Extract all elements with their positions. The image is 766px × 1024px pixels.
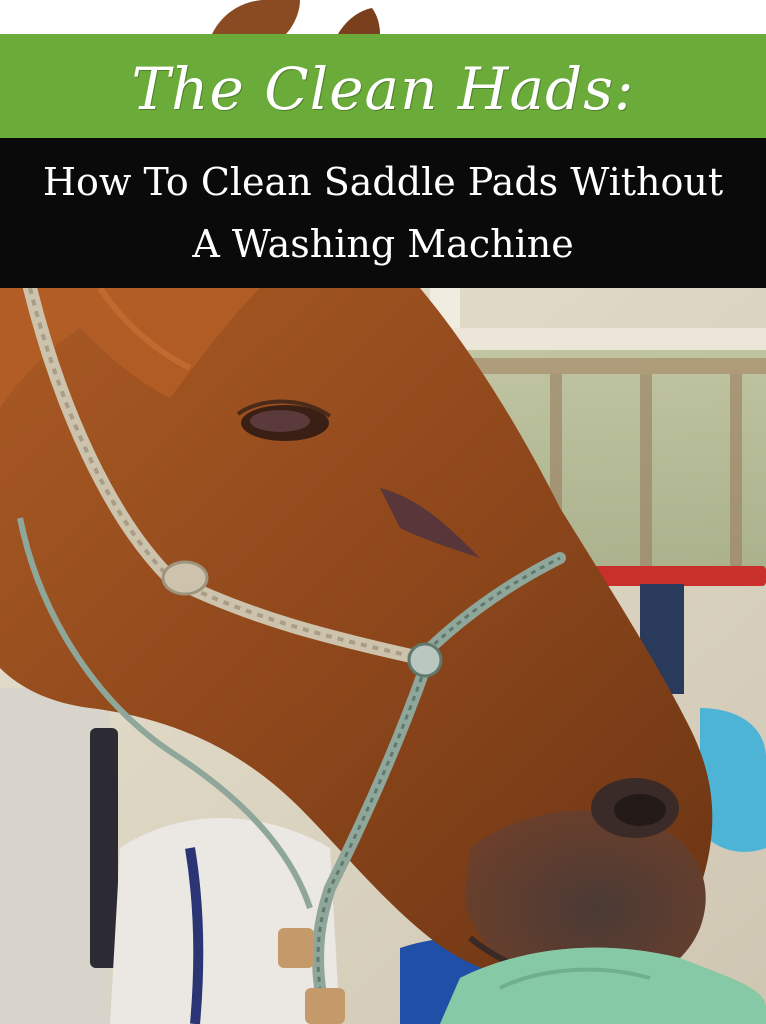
- top-strip: [0, 0, 766, 34]
- banner-title: The Clean Hads:: [131, 55, 635, 123]
- subtitle-banner: How To Clean Saddle Pads Without A Washi…: [0, 138, 766, 288]
- subtitle-line-1: How To Clean Saddle Pads Without: [42, 160, 724, 204]
- subtitle-line-2: A Washing Machine: [192, 222, 574, 266]
- horse-photo-icon: [0, 288, 766, 1024]
- horse-ears-icon: [212, 0, 380, 34]
- horse-photo: [0, 288, 766, 1024]
- title-banner: The Clean Hads:: [0, 34, 766, 138]
